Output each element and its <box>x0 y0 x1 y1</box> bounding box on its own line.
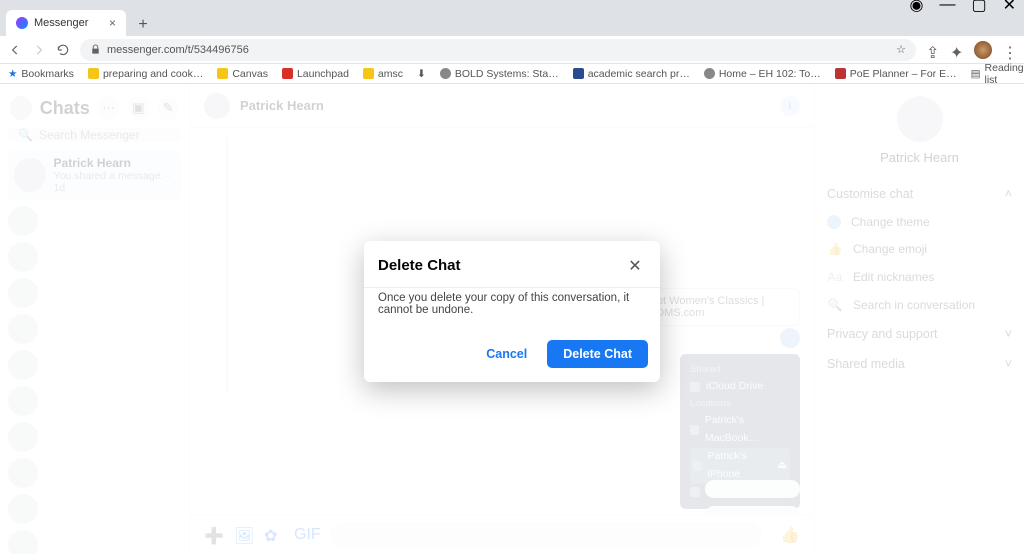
reading-list-button[interactable]: ▤ Reading list <box>971 62 1024 86</box>
modal-overlay: Delete Chat ✕ Once you delete your copy … <box>0 84 1024 554</box>
window-maximize-icon[interactable]: ▢ <box>971 0 986 15</box>
tab-title: Messenger <box>34 17 88 29</box>
url-text: messenger.com/t/534496756 <box>107 44 249 56</box>
window-titlebar: ◉ — ▢ ✕ <box>0 0 1024 10</box>
address-row: messenger.com/t/534496756 ☆ ⇪ ✦ ⋮ <box>0 36 1024 64</box>
messenger-favicon-icon <box>16 17 28 29</box>
window-minimize-icon[interactable]: — <box>939 0 955 14</box>
bookmark-item[interactable]: Canvas <box>217 68 268 80</box>
chrome-menu-icon[interactable]: ⋮ <box>1002 43 1016 57</box>
tab-close-icon[interactable]: × <box>109 16 116 30</box>
address-bar[interactable]: messenger.com/t/534496756 ☆ <box>80 39 916 61</box>
modal-body: Once you delete your copy of this conver… <box>364 287 660 330</box>
bookmarks-bar: ★Bookmarks preparing and cook… Canvas La… <box>0 64 1024 84</box>
delete-chat-modal: Delete Chat ✕ Once you delete your copy … <box>364 241 660 382</box>
modal-close-icon[interactable]: ✕ <box>624 255 646 277</box>
tab-messenger[interactable]: Messenger × <box>6 10 126 36</box>
nav-back-icon[interactable] <box>8 43 22 57</box>
modal-title: Delete Chat <box>378 257 461 274</box>
window-record-icon[interactable]: ◉ <box>910 0 924 15</box>
window-close-icon[interactable]: ✕ <box>1003 0 1016 15</box>
nav-reload-icon[interactable] <box>56 43 70 57</box>
bookmark-item[interactable]: preparing and cook… <box>88 68 203 80</box>
bookmarks-bar-label[interactable]: ★Bookmarks <box>8 68 74 80</box>
cancel-button[interactable]: Cancel <box>478 340 535 368</box>
star-icon[interactable]: ☆ <box>896 43 906 56</box>
new-tab-button[interactable]: + <box>132 14 154 36</box>
bookmark-item[interactable]: amsc <box>363 68 403 80</box>
tab-strip: Messenger × + <box>0 10 1024 36</box>
delete-chat-button[interactable]: Delete Chat <box>547 340 648 368</box>
nav-forward-icon[interactable] <box>32 43 46 57</box>
lock-icon <box>90 44 101 55</box>
bookmark-item[interactable]: Launchpad <box>282 68 349 80</box>
extensions-icon[interactable]: ✦ <box>950 43 964 57</box>
bookmark-item[interactable]: PoE Planner – For E… <box>835 68 957 80</box>
bookmark-item[interactable]: academic search pr… <box>573 68 690 80</box>
browser-chrome: ◉ — ▢ ✕ Messenger × + messenger.com/t/53… <box>0 0 1024 84</box>
messenger-app: Chats ⋯ ▣ ✎ 🔍 Search Messenger Patrick H… <box>0 84 1024 554</box>
bookmark-item[interactable]: BOLD Systems: Sta… <box>440 68 559 80</box>
bookmark-item[interactable]: ⬇ <box>417 68 426 80</box>
profile-avatar-icon[interactable] <box>974 41 992 59</box>
share-icon[interactable]: ⇪ <box>926 43 940 57</box>
bookmark-item[interactable]: Home – EH 102: To… <box>704 68 821 80</box>
